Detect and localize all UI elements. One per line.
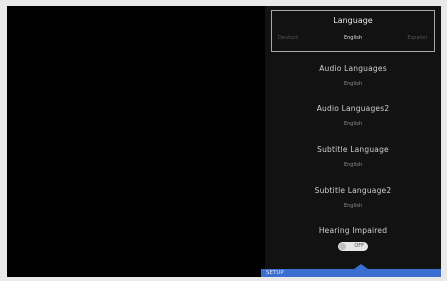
setting-value: English [343,81,363,87]
audio-languages2-setting[interactable]: Audio Languages2 English [265,104,441,127]
setup-menu-label: SETUP [266,270,284,276]
setting-value: English [343,162,363,168]
setting-label: Audio Languages [319,64,387,73]
tv-screen: Language Deutsch English Español Audio L… [7,6,441,277]
audio-languages-setting[interactable]: Audio Languages English [265,64,441,87]
language-settings-panel: Language Deutsch English Español Audio L… [265,6,441,277]
setting-label: Subtitle Language2 [314,186,392,195]
language-title: Language [333,16,373,25]
hearing-impaired-setting: Hearing Impaired OFF [265,226,441,255]
language-selector[interactable]: Language Deutsch English Español [271,10,435,52]
setting-value: English [343,203,363,209]
setting-value: English [343,121,363,127]
language-option-next[interactable]: Español [407,35,427,41]
menu-notch [354,264,368,269]
setting-label: Audio Languages2 [316,104,390,113]
subtitle-language2-setting[interactable]: Subtitle Language2 English [265,186,441,209]
toggle-knob [339,243,346,250]
toggle-state: OFF [354,243,364,249]
hearing-impaired-toggle[interactable]: OFF [338,242,368,251]
setting-label: Subtitle Language [317,145,389,154]
setting-label: Hearing Impaired [318,226,388,235]
setup-menu-bar[interactable]: SETUP [261,264,441,277]
subtitle-language-setting[interactable]: Subtitle Language English [265,145,441,168]
